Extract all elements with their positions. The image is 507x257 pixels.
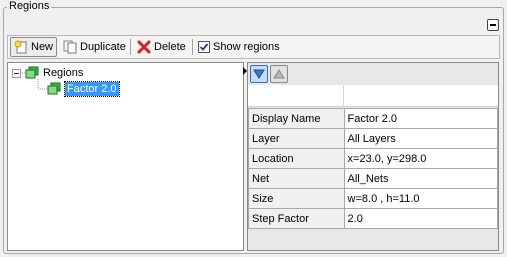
delete-button[interactable]: Delete	[134, 37, 189, 57]
new-button-label: New	[31, 41, 54, 53]
property-row: Step Factor 2.0	[248, 208, 499, 229]
property-value[interactable]: w=8.0 , h=11.0	[343, 188, 499, 209]
sort-descending-icon	[253, 69, 265, 79]
property-value[interactable]: All_Nets	[343, 168, 499, 189]
property-value[interactable]: x=23.0, y=298.0	[343, 148, 499, 169]
properties-panel: Display Name Factor 2.0 Layer All Layers…	[247, 62, 499, 251]
new-button[interactable]: New	[10, 37, 58, 57]
property-value[interactable]: All Layers	[343, 128, 499, 149]
toolbar-separator	[192, 39, 193, 55]
delete-icon	[137, 40, 151, 54]
regions-panel: Regions New Duplicate Delete Show region…	[0, 0, 507, 257]
properties-filter-row	[248, 85, 498, 107]
property-row: Net All_Nets	[248, 168, 499, 189]
property-row: Layer All Layers	[248, 128, 499, 149]
minus-icon	[490, 24, 496, 26]
panel-title: Regions	[7, 0, 52, 13]
show-regions-toggle[interactable]: Show regions	[195, 37, 283, 57]
tree-root-node[interactable]: Regions	[12, 65, 83, 81]
property-key: Location	[248, 148, 345, 169]
duplicate-button[interactable]: Duplicate	[60, 37, 129, 57]
property-key: Display Name	[248, 108, 345, 129]
checkmark-icon	[199, 43, 209, 51]
sort-ascending-icon	[273, 69, 285, 79]
property-value[interactable]: Factor 2.0	[343, 108, 499, 129]
properties-toolbar	[248, 63, 498, 85]
property-row: Location x=23.0, y=298.0	[248, 148, 499, 169]
tree-child-node[interactable]: Factor 2.0	[46, 81, 120, 97]
duplicate-icon	[63, 40, 77, 54]
sort-descending-button[interactable]	[250, 65, 268, 83]
column-divider	[343, 85, 344, 107]
delete-button-label: Delete	[154, 41, 186, 53]
sort-ascending-button[interactable]	[270, 65, 288, 83]
property-row: Display Name Factor 2.0	[248, 108, 499, 129]
properties-table: Display Name Factor 2.0 Layer All Layers…	[248, 108, 499, 229]
toolbar-separator	[130, 39, 131, 55]
tree-child-label: Factor 2.0	[64, 81, 120, 97]
regions-tree[interactable]: Regions Factor 2.0	[7, 62, 244, 251]
region-icon	[25, 66, 39, 79]
collapse-node-icon[interactable]	[12, 68, 21, 78]
region-icon	[47, 82, 61, 95]
tree-root-label: Regions	[43, 67, 84, 79]
property-key: Layer	[248, 128, 345, 149]
collapse-button[interactable]	[487, 19, 499, 31]
show-regions-label: Show regions	[213, 41, 280, 53]
property-key: Net	[248, 168, 345, 189]
property-key: Size	[248, 188, 345, 209]
property-value[interactable]: 2.0	[343, 208, 499, 229]
property-key: Step Factor	[248, 208, 345, 229]
regions-toolbar: New Duplicate Delete Show regions	[7, 35, 500, 59]
property-row: Size w=8.0 , h=11.0	[248, 188, 499, 209]
duplicate-button-label: Duplicate	[80, 41, 126, 53]
show-regions-checkbox[interactable]	[198, 41, 210, 53]
new-document-icon	[14, 40, 27, 54]
